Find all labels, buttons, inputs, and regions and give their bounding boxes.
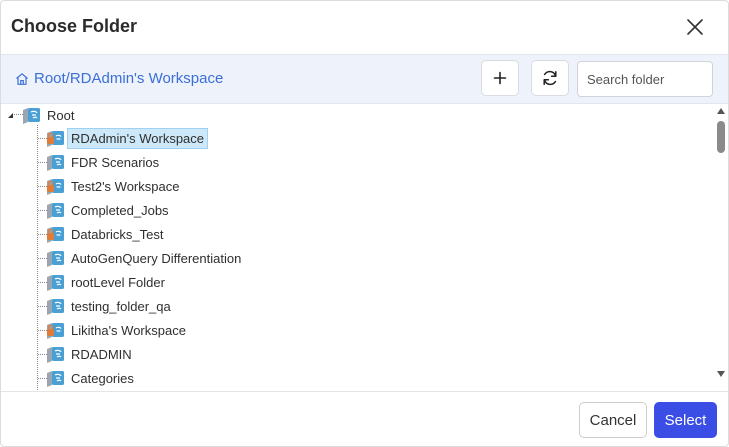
plus-icon xyxy=(493,71,507,85)
scroll-down-icon[interactable] xyxy=(717,371,725,377)
folder-icon xyxy=(47,251,64,267)
tree-node-label[interactable]: rootLevel Folder xyxy=(67,272,169,293)
folder-toolbar: Root/RDAdmin's Workspace xyxy=(1,54,728,104)
tree-node-folder[interactable]: AutoGenQuery Differentiation xyxy=(46,247,245,269)
locked-folder-icon xyxy=(47,179,64,195)
collapse-triangle-icon xyxy=(8,113,13,118)
vertical-scrollbar[interactable] xyxy=(714,103,728,391)
scroll-up-icon[interactable] xyxy=(717,108,725,114)
tree-node-label[interactable]: Databricks_Test xyxy=(67,224,167,245)
tree-node-folder[interactable]: Test2's Workspace xyxy=(46,175,183,197)
folder-icon xyxy=(47,347,64,363)
refresh-icon xyxy=(543,70,557,86)
folder-icon xyxy=(47,299,64,315)
add-folder-button[interactable] xyxy=(481,60,519,96)
breadcrumb[interactable]: Root/RDAdmin's Workspace xyxy=(15,70,223,87)
folder-icon xyxy=(47,371,64,387)
locked-folder-icon xyxy=(47,131,64,147)
tree-node-label[interactable]: Categories xyxy=(67,368,138,389)
tree-node-folder[interactable]: RDADMIN xyxy=(46,343,136,365)
tree-node-folder[interactable]: Databricks_Test xyxy=(46,223,167,245)
tree-node-folder[interactable]: rootLevel Folder xyxy=(46,271,169,293)
tree-node-root[interactable]: Root xyxy=(22,104,78,126)
tree-node-label[interactable]: Root xyxy=(43,105,78,126)
breadcrumb-path[interactable]: Root/RDAdmin's Workspace xyxy=(34,70,223,87)
dialog-header: Choose Folder xyxy=(1,1,728,54)
folder-icon xyxy=(23,108,40,124)
tree-node-folder[interactable]: testing_folder_qa xyxy=(46,295,175,317)
close-icon xyxy=(687,19,703,35)
refresh-button[interactable] xyxy=(531,60,569,96)
tree-node-label[interactable]: Completed_Jobs xyxy=(67,200,173,221)
folder-icon xyxy=(47,155,64,171)
folder-icon xyxy=(47,275,64,291)
choose-folder-dialog: Choose Folder Root/RDAdmin's Workspace S… xyxy=(0,0,729,447)
tree-node-label[interactable]: testing_folder_qa xyxy=(67,296,175,317)
tree-node-label[interactable]: Test2's Workspace xyxy=(67,176,183,197)
tree-node-label[interactable]: RDADMIN xyxy=(67,344,136,365)
cancel-button[interactable]: Cancel xyxy=(579,402,647,438)
dialog-title: Choose Folder xyxy=(11,16,138,36)
locked-folder-icon xyxy=(47,227,64,243)
search-folder-input[interactable] xyxy=(577,61,713,97)
dialog-footer: Cancel Select xyxy=(1,391,728,446)
scrollbar-thumb[interactable] xyxy=(717,121,725,153)
tree-node-label[interactable]: AutoGenQuery Differentiation xyxy=(67,248,245,269)
home-icon xyxy=(16,72,28,85)
select-button[interactable]: Select xyxy=(654,402,717,438)
folder-icon xyxy=(47,203,64,219)
tree-node-folder[interactable]: Completed_Jobs xyxy=(46,199,173,221)
tree-node-folder[interactable]: RDAdmin's Workspace xyxy=(46,127,209,149)
close-button[interactable] xyxy=(683,15,707,39)
tree-node-folder[interactable]: Categories xyxy=(46,367,138,389)
tree-node-label[interactable]: Likitha's Workspace xyxy=(67,320,190,341)
tree-node-label[interactable]: RDAdmin's Workspace xyxy=(67,127,209,149)
folder-tree: Root RDAdmin's Workspace FDR Scenarios T… xyxy=(1,103,714,391)
locked-folder-icon xyxy=(47,323,64,339)
tree-node-folder[interactable]: FDR Scenarios xyxy=(46,151,163,173)
tree-node-label[interactable]: FDR Scenarios xyxy=(67,152,163,173)
tree-node-folder[interactable]: Likitha's Workspace xyxy=(46,319,190,341)
